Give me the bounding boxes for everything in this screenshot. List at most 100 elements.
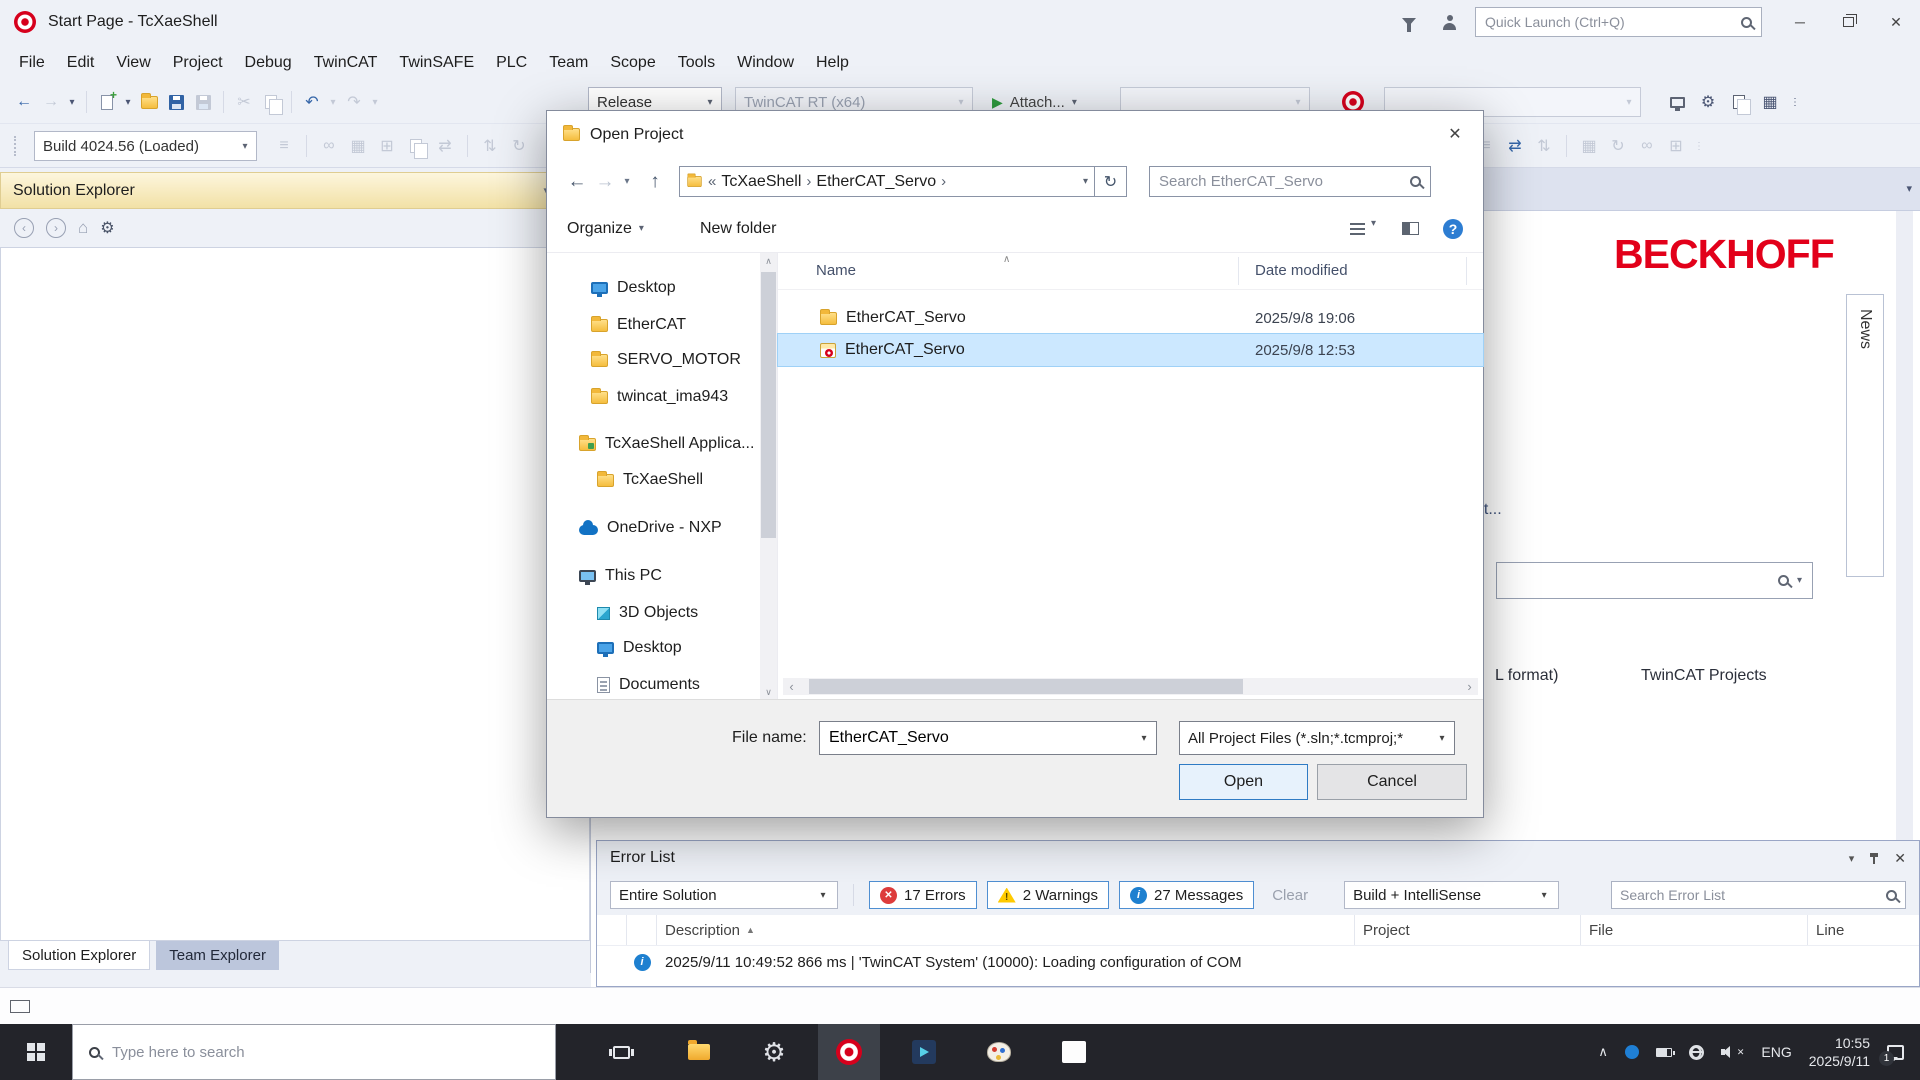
sidebar-item-tcxaeshell[interactable]: TcXaeShell [597, 465, 703, 495]
clear-button[interactable]: Clear [1264, 887, 1316, 904]
start-button[interactable] [0, 1024, 72, 1080]
tray-expand-chevron-icon[interactable]: ∧ [1598, 1044, 1608, 1060]
updown-arrows-icon[interactable]: ⇅ [478, 132, 502, 160]
refresh-icon[interactable]: ↻ [1606, 132, 1630, 160]
explorer-back-icon[interactable]: ‹ [14, 218, 34, 238]
column-date-modified[interactable]: Date modified [1255, 262, 1348, 279]
chevron-down-icon[interactable]: ▾ [1620, 97, 1638, 108]
chevron-down-icon[interactable]: ▾ [952, 97, 970, 108]
menu-twincat[interactable]: TwinCAT [303, 48, 389, 78]
menu-project[interactable]: Project [162, 48, 234, 78]
sidebar-item-twincat-ima943[interactable]: twincat_ima943 [591, 382, 728, 412]
minimize-button[interactable]: ─ [1776, 0, 1824, 44]
explorer-forward-icon[interactable]: › [46, 218, 66, 238]
scroll-left-icon[interactable]: ‹ [783, 678, 800, 695]
breadcrumb-ethercat-servo[interactable]: EtherCAT_Servo [816, 173, 936, 191]
blank-window-app-button[interactable] [1043, 1024, 1105, 1080]
undo-dropdown-icon[interactable]: ▾ [327, 88, 339, 116]
address-bar[interactable]: « TcXaeShell › EtherCAT_Servo › ▾ [679, 166, 1095, 197]
news-tab[interactable]: News [1846, 294, 1884, 577]
nav-back-icon[interactable]: ← [563, 171, 591, 193]
menu-team[interactable]: Team [538, 48, 599, 78]
open-button[interactable]: Open [1179, 764, 1308, 800]
dialog-titlebar[interactable]: Open Project [547, 111, 1483, 158]
sidebar-item-servo-motor[interactable]: SERVO_MOTOR [591, 345, 741, 375]
sidebar-item-this-pc[interactable]: This PC [579, 561, 662, 591]
redo-icon[interactable]: ↷ [342, 88, 366, 116]
feedback-person-icon[interactable] [1442, 15, 1457, 30]
error-list-row[interactable]: i 2025/9/11 10:49:52 866 ms | 'TwinCAT S… [597, 946, 1919, 978]
sidebar-scrollbar[interactable]: ∧ ∨ [760, 253, 777, 701]
close-panel-icon[interactable]: ✕ [1894, 850, 1906, 867]
copy-icon[interactable] [259, 88, 283, 116]
chevron-down-icon[interactable]: ▾ [811, 890, 835, 901]
grid-icon[interactable]: ▦ [1577, 132, 1601, 160]
error-search-input[interactable] [1620, 887, 1880, 903]
breadcrumb-tcxaeshell[interactable]: TcXaeShell [721, 173, 801, 191]
error-scope-combo[interactable]: Entire Solution ▾ [610, 881, 838, 909]
file-name-input[interactable] [820, 729, 1132, 747]
dialog-search-input[interactable] [1159, 173, 1404, 190]
chevron-down-icon[interactable]: ▾ [1430, 733, 1454, 744]
quick-launch-box[interactable] [1475, 7, 1762, 37]
task-view-button[interactable] [590, 1024, 652, 1080]
file-row-project-selected[interactable]: EtherCAT_Servo 2025/9/8 12:53 [778, 334, 1483, 366]
nav-history-chevron-icon[interactable]: ▾ [619, 176, 635, 187]
navigate-forward-icon[interactable]: → [39, 88, 63, 116]
solution-pages-icon[interactable] [1727, 88, 1751, 116]
header-file[interactable]: File [1581, 915, 1808, 945]
menu-scope[interactable]: Scope [599, 48, 666, 78]
build-version-combo[interactable]: Build 4024.56 (Loaded) ▾ [34, 131, 257, 161]
toolbar-overflow-icon[interactable]: ⋮ [1693, 132, 1705, 160]
media-app-button[interactable] [893, 1024, 955, 1080]
menu-tools[interactable]: Tools [667, 48, 726, 78]
language-indicator[interactable]: ENG [1761, 1044, 1791, 1060]
equals-lines-icon[interactable]: ≡ [272, 132, 296, 160]
views-button[interactable]: ▾ [1350, 218, 1376, 239]
volume-muted-button[interactable]: ✕ [1721, 1045, 1745, 1059]
header-flag-column[interactable] [597, 915, 627, 945]
undo-icon[interactable]: ↶ [300, 88, 324, 116]
scrollbar-thumb[interactable] [809, 679, 1243, 694]
open-file-icon[interactable] [137, 88, 161, 116]
menu-view[interactable]: View [105, 48, 161, 78]
menu-twinsafe[interactable]: TwinSAFE [388, 48, 485, 78]
save-all-icon[interactable] [191, 88, 215, 116]
properties-gear-icon[interactable]: ⚙ [1696, 88, 1720, 116]
preview-pane-icon[interactable] [1402, 222, 1419, 235]
sidebar-item-desktop-quick[interactable]: Desktop [591, 273, 676, 303]
home-icon[interactable]: ⌂ [78, 218, 88, 238]
start-page-search-box[interactable]: ▾ [1496, 562, 1813, 599]
new-project-dropdown-icon[interactable]: ▾ [122, 88, 134, 116]
swap-arrows-icon[interactable]: ⇄ [433, 132, 457, 160]
toolbar-grip[interactable] [14, 136, 18, 156]
sidebar-item-3d-objects[interactable]: 3D Objects [597, 598, 698, 628]
new-project-icon[interactable] [95, 88, 119, 116]
scroll-right-icon[interactable]: › [1461, 678, 1478, 695]
messages-filter-button[interactable]: i 27 Messages [1119, 881, 1254, 909]
save-icon[interactable] [164, 88, 188, 116]
chevron-down-icon[interactable]: ▾ [1797, 575, 1802, 586]
chevron-down-icon[interactable]: ▾ [1132, 733, 1156, 744]
menu-help[interactable]: Help [805, 48, 860, 78]
sidebar-item-documents[interactable]: Documents [597, 670, 700, 700]
sidebar-item-ethercat[interactable]: EtherCAT [591, 310, 686, 340]
link-icon[interactable]: ∞ [1635, 132, 1659, 160]
breadcrumb-overflow-icon[interactable]: « [708, 173, 716, 190]
tab-list-chevron-icon[interactable]: ▾ [1906, 182, 1912, 195]
paint-app-button[interactable] [968, 1024, 1030, 1080]
window-position-chevron-icon[interactable]: ▾ [1849, 852, 1855, 865]
sidebar-item-tcxaeshell-application[interactable]: TcXaeShell Applica... [579, 429, 754, 459]
error-list-titlebar[interactable]: Error List ▾ ✕ [597, 841, 1919, 875]
dialog-close-button[interactable]: ✕ [1437, 119, 1473, 149]
nav-up-icon[interactable]: ↑ [641, 171, 669, 193]
tab-team-explorer[interactable]: Team Explorer [156, 941, 279, 970]
solution-explorer-titlebar[interactable]: Solution Explorer ▾ [0, 172, 590, 209]
menu-edit[interactable]: Edit [56, 48, 106, 78]
menu-window[interactable]: Window [726, 48, 805, 78]
plus-box-icon[interactable]: ⊞ [375, 132, 399, 160]
pin-icon[interactable] [1868, 852, 1880, 865]
refresh-icon[interactable]: ↻ [507, 132, 531, 160]
column-name[interactable]: Name [816, 262, 856, 279]
tray-blue-icon[interactable] [1625, 1045, 1639, 1059]
